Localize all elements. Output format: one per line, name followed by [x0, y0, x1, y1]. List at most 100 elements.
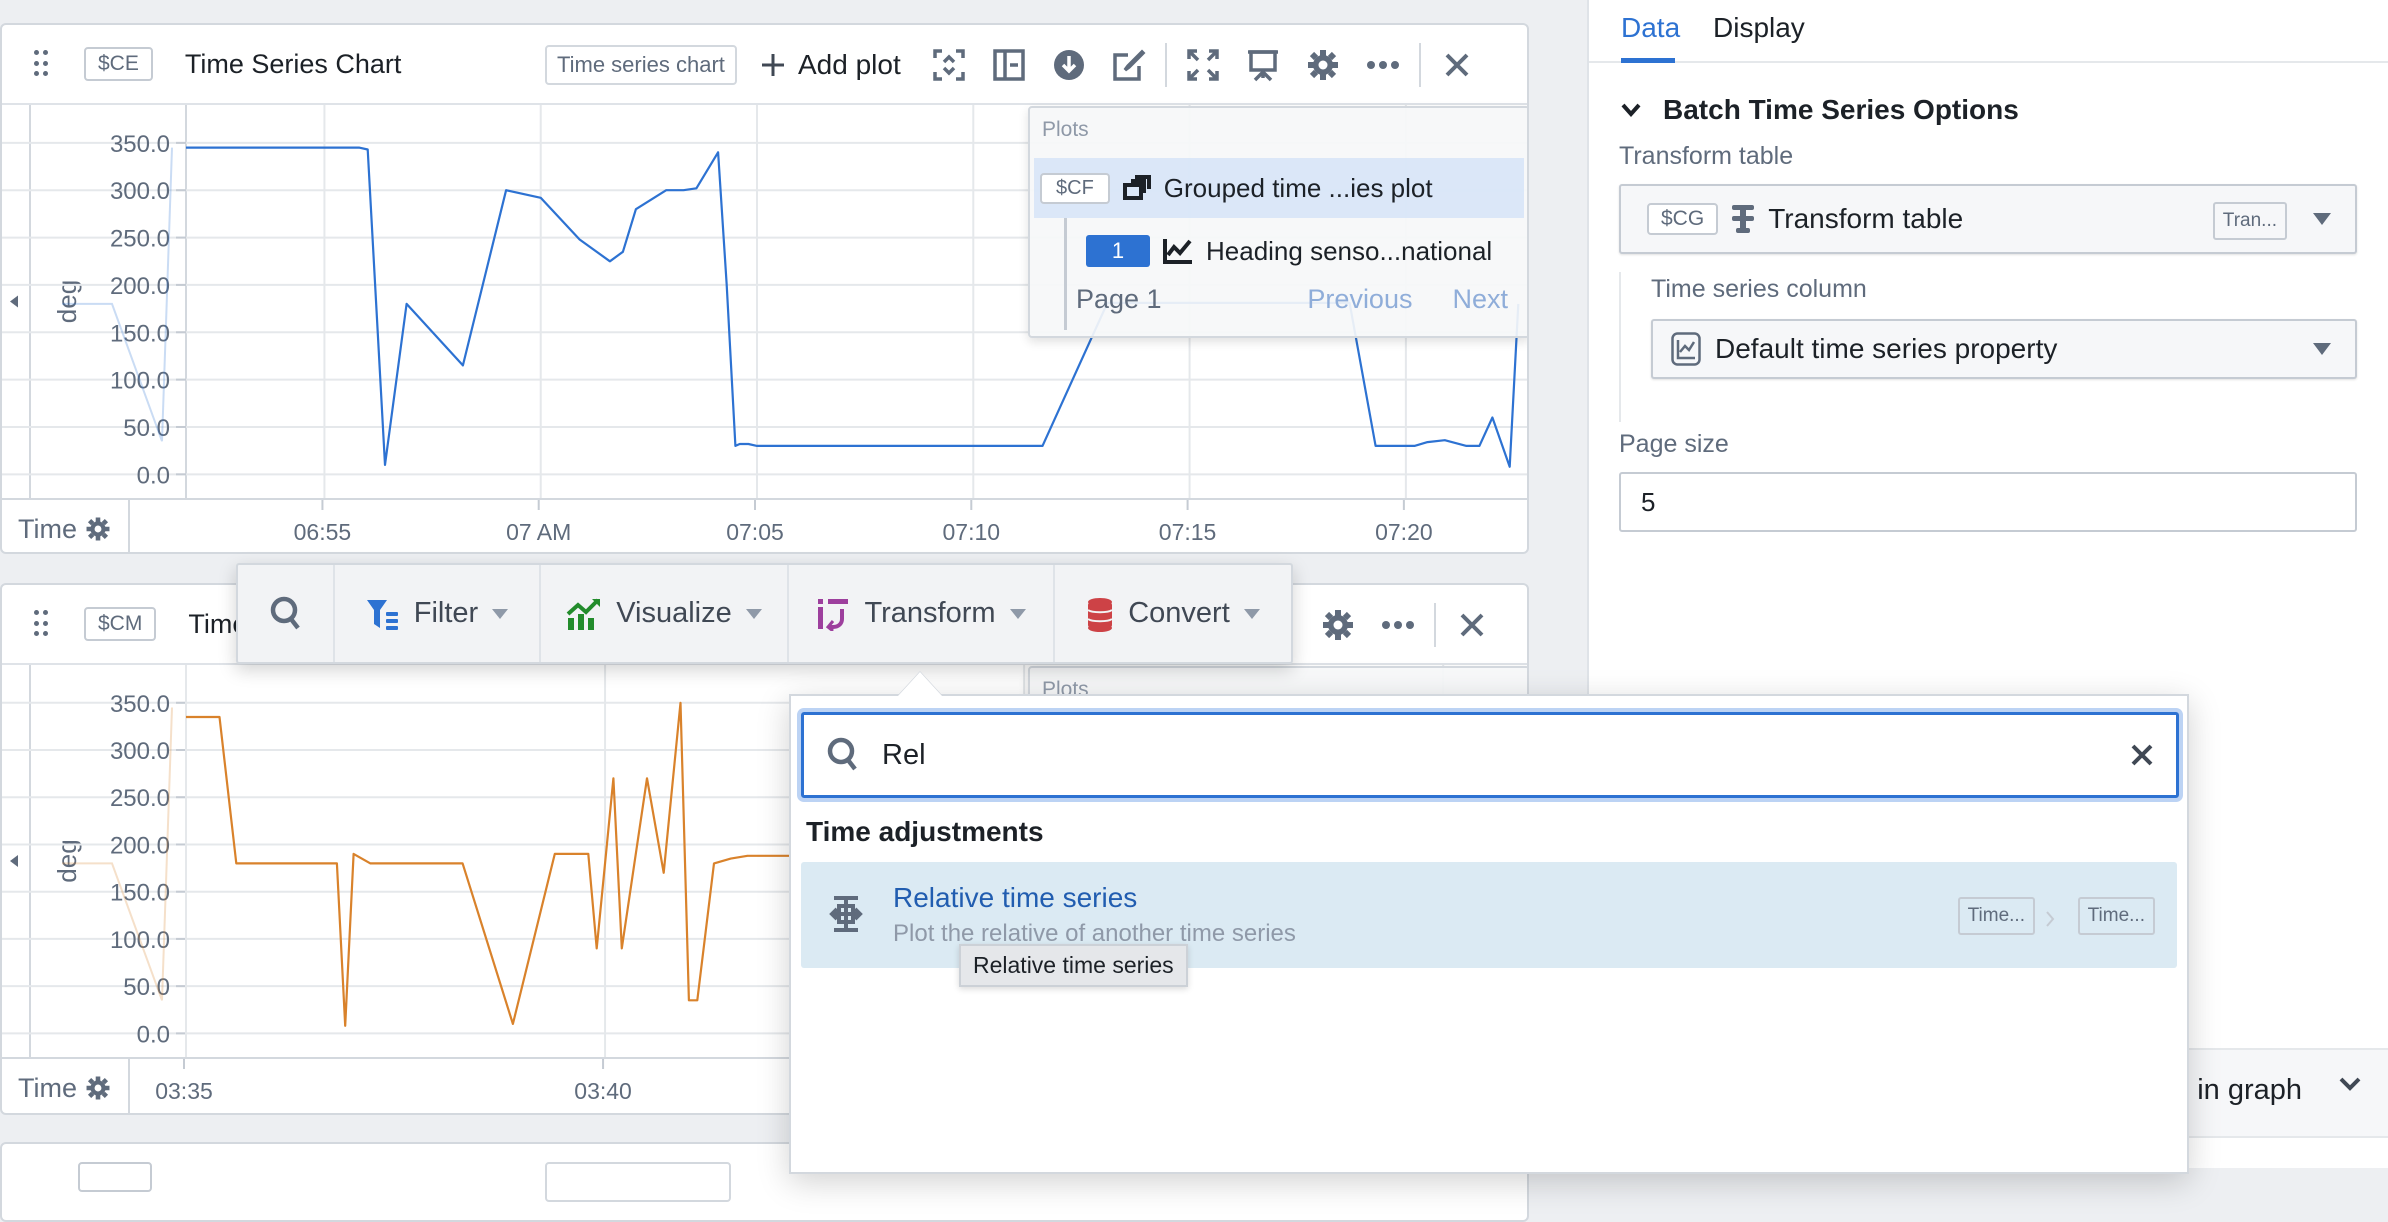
chevron-right-icon	[2045, 910, 2055, 928]
toolbar-divider	[1419, 43, 1421, 87]
panel-layout-button[interactable]	[979, 35, 1039, 95]
y-tick-label: 250.0	[110, 226, 170, 253]
time-axis-label[interactable]: Time	[2, 1059, 130, 1115]
page-size-label: Page size	[1619, 430, 1729, 459]
y-tick-label: 0.0	[137, 462, 170, 489]
x-tick-label: 07:05	[726, 519, 784, 545]
chart-type-pill	[545, 1162, 731, 1202]
y-tick-label: 350.0	[110, 131, 170, 158]
y-tick-label: 300.0	[110, 738, 170, 765]
time-axis-label[interactable]: Time	[2, 500, 130, 554]
chart-up-icon	[566, 598, 602, 630]
y-tick-label: 350.0	[110, 691, 170, 718]
collapse-axis-icon	[10, 855, 18, 867]
dropdown-caret-icon	[2313, 343, 2331, 355]
chevron-down-icon	[746, 609, 762, 619]
chevron-down-icon	[2338, 1076, 2362, 1092]
chevron-down-icon	[1621, 103, 1641, 117]
x-tick-label: 07:15	[1159, 519, 1217, 545]
search-icon	[826, 736, 860, 774]
visualize-menu-button[interactable]: Visualize	[541, 565, 789, 662]
line-chart-icon	[1162, 237, 1194, 265]
tab-data[interactable]: Data	[1621, 12, 1680, 44]
floating-action-toolbar: Filter Visualize Transform Convert	[236, 563, 1293, 664]
convert-menu-button[interactable]: Convert	[1055, 565, 1291, 662]
transform-label: Transform	[864, 597, 995, 630]
download-button[interactable]	[1039, 35, 1099, 95]
y-tick-label: 0.0	[137, 1021, 170, 1048]
chart-type-pill: Time series chart	[545, 45, 737, 85]
drag-handle-icon[interactable]	[34, 50, 48, 78]
gear-icon	[85, 516, 111, 542]
card-toolbar: Add plot	[760, 25, 1487, 105]
transform-table-label: Transform table	[1619, 142, 1793, 171]
transform-table-tag: $CG	[1647, 203, 1718, 235]
convert-label: Convert	[1128, 597, 1230, 630]
time-series-column-value: Default time series property	[1715, 333, 2057, 365]
chevron-down-icon	[1010, 609, 1026, 619]
y-tick-label: 200.0	[110, 832, 170, 859]
next-page-button[interactable]: Next	[1452, 284, 1508, 315]
presentation-button[interactable]	[1233, 35, 1293, 95]
filter-menu-button[interactable]: Filter	[335, 565, 541, 662]
page-indicator: Page 1	[1076, 284, 1267, 315]
time-series-column-select[interactable]: Default time series property	[1651, 319, 2357, 379]
input-type-pill: Time...	[1958, 897, 2035, 935]
more-button[interactable]	[1353, 35, 1413, 95]
x-tick-label: 06:55	[294, 519, 352, 545]
sidebar-tabs: Data Display	[1589, 0, 2388, 63]
toolbar-divider	[1434, 603, 1436, 647]
more-icon	[1381, 620, 1415, 630]
plot-series-row[interactable]: 1 Heading senso...national	[1086, 223, 1492, 279]
tab-display[interactable]: Display	[1713, 12, 1805, 44]
filter-label: Filter	[414, 597, 478, 630]
card-tag: $CE	[84, 47, 153, 81]
gear-icon	[1306, 48, 1340, 82]
add-plot-button[interactable]: Add plot	[760, 49, 901, 81]
transform-table-select[interactable]: $CG Transform table Tran...	[1619, 184, 2357, 254]
y-tick-label: 200.0	[110, 273, 170, 300]
chart-card-header: $CE Time Series Chart Time series chart …	[2, 25, 1527, 105]
visualize-label: Visualize	[616, 597, 732, 630]
grouped-plot-icon	[1122, 174, 1152, 202]
nested-indent-line	[1619, 272, 1621, 422]
plot-group-row[interactable]: $CF Grouped time ...ies plot	[1034, 158, 1524, 218]
card-tag: $CM	[84, 607, 156, 641]
toolbar-search-button[interactable]	[238, 565, 335, 662]
maximize-icon	[1186, 48, 1220, 82]
plot-series-label: Heading senso...national	[1206, 236, 1492, 267]
x-tick-label: 07 AM	[506, 519, 571, 545]
result-title: Relative time series	[893, 882, 1137, 914]
database-icon	[1086, 596, 1114, 632]
x-tick-label: 03:35	[155, 1078, 213, 1104]
more-button[interactable]	[1368, 595, 1428, 655]
filter-icon	[366, 598, 400, 630]
transform-search-input[interactable]	[880, 738, 2110, 773]
x-tick-label: 03:40	[574, 1078, 632, 1104]
card-title[interactable]: Time Series Chart	[185, 49, 402, 80]
close-button[interactable]	[1442, 595, 1502, 655]
transform-menu-button[interactable]: Transform	[789, 565, 1055, 662]
card-tag	[78, 1162, 152, 1192]
transform-search-field[interactable]	[801, 712, 2179, 798]
fit-view-button[interactable]	[919, 35, 979, 95]
plots-pagination: Page 1 Previous Next	[1076, 284, 1508, 315]
more-icon	[1366, 60, 1400, 70]
page-size-input[interactable]: 5	[1619, 472, 2357, 532]
close-button[interactable]	[1427, 35, 1487, 95]
series-index-badge: 1	[1086, 235, 1150, 267]
edit-button[interactable]	[1099, 35, 1159, 95]
settings-button[interactable]	[1293, 35, 1353, 95]
fullscreen-button[interactable]	[1173, 35, 1233, 95]
card-toolbar	[1308, 585, 1502, 665]
y-axis-label: deg	[52, 280, 82, 323]
gear-icon	[1321, 608, 1355, 642]
active-tab-indicator	[1621, 58, 1675, 63]
previous-page-button[interactable]: Previous	[1307, 284, 1412, 315]
drag-handle-icon[interactable]	[34, 610, 48, 638]
batch-options-section-header[interactable]: Batch Time Series Options	[1621, 94, 2019, 126]
plot-group-tag: $CF	[1040, 173, 1110, 204]
settings-button[interactable]	[1308, 595, 1368, 655]
x-axis: 06:5507 AM07:0507:1007:1507:20	[130, 500, 1525, 554]
clear-search-icon[interactable]	[2130, 743, 2154, 767]
